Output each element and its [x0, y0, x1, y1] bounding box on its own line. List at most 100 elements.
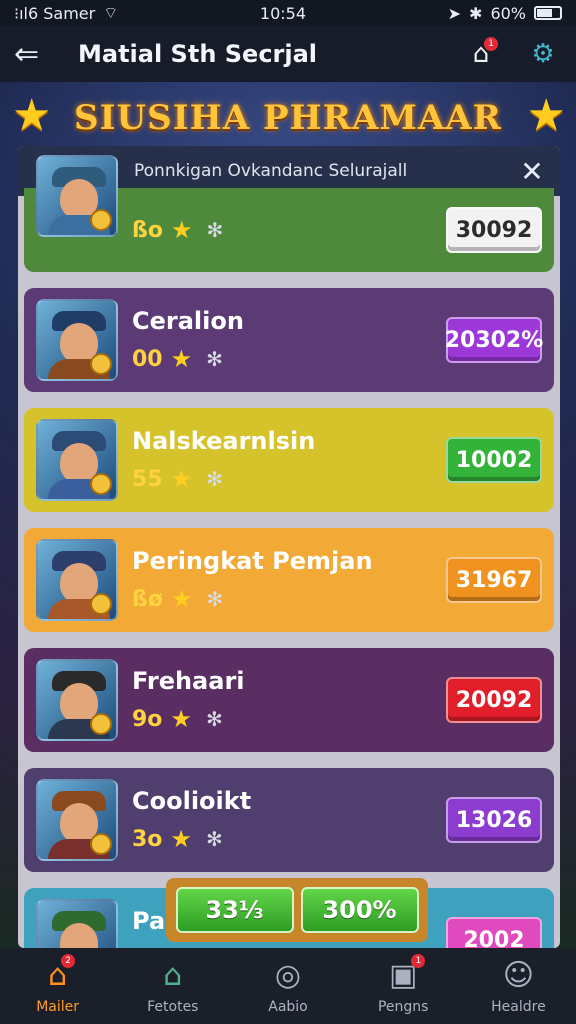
- coin-icon: [90, 593, 112, 615]
- score-button[interactable]: 20302%: [445, 317, 543, 363]
- player-level: 9o: [132, 706, 163, 732]
- battery-percent: 60%: [490, 3, 526, 23]
- bottom-navigation: ⌂ 2 Mailer ⌂ Fetotes ◎ Aabio ▣ 1 Pengns …: [0, 948, 576, 1024]
- leaderboard-row[interactable]: Coolioikt 3o ★ ✻ 13026: [24, 768, 554, 872]
- nav-label: Healdre: [491, 998, 546, 1015]
- star-icon: ★: [170, 825, 192, 853]
- player-level: 3o: [132, 826, 163, 852]
- star-icon: ★: [170, 705, 192, 733]
- nav-label: Aabio: [268, 998, 308, 1015]
- gear-icon: ✻: [206, 587, 224, 611]
- house-icon: ⌂: [163, 957, 183, 993]
- bluetooth-icon: ✱: [469, 3, 483, 23]
- status-bar: ⁝ıl6 Samer ⌔ 10:54 ➤ ✱ 60%: [0, 0, 576, 26]
- coin-icon: [90, 209, 112, 231]
- time-label: 10:54: [259, 3, 306, 23]
- app-title: Matial Sth Secrjal: [78, 40, 318, 68]
- player-avatar: [36, 419, 118, 501]
- bag-icon: ▣ 1: [389, 953, 426, 993]
- row-info: Ceralion 00 ★ ✻: [118, 307, 446, 373]
- player-level: 00: [132, 346, 163, 372]
- coin-icon: [90, 473, 112, 495]
- player-name: Ceralion: [132, 307, 244, 335]
- nav-label: Pengns: [377, 998, 429, 1015]
- nav-item-0[interactable]: ⌂ 2 Mailer: [0, 948, 115, 1024]
- player-name: Nalskearnlsin: [132, 427, 316, 455]
- pill-right-button[interactable]: 300%: [300, 887, 419, 933]
- player-avatar: [36, 539, 118, 621]
- battery-icon: [534, 6, 562, 20]
- star-icon: ★: [170, 465, 193, 493]
- carrier-label: ⁝ıl6 Samer: [14, 3, 96, 23]
- nav-badge: 2: [61, 953, 76, 968]
- score-button[interactable]: 2002: [446, 917, 542, 948]
- action-pill: 33⅓ 300%: [166, 878, 428, 942]
- wifi-icon: ⌔: [103, 3, 119, 22]
- player-level: 55: [132, 466, 163, 492]
- leaderboard-row[interactable]: Nalskearnlsin 55 ★ ✻ 10002: [24, 408, 554, 512]
- leaderboard-row[interactable]: Frehaari 9o ★ ✻ 20092: [24, 648, 554, 752]
- player-avatar: [36, 155, 118, 237]
- close-icon[interactable]: ✕: [516, 155, 548, 188]
- gear-icon: ✻: [206, 218, 224, 242]
- player-avatar: [36, 779, 118, 861]
- nav-item-2[interactable]: ◎ Aabio: [230, 948, 345, 1024]
- location-icon: ➤: [447, 3, 462, 23]
- nav-badge: 1: [411, 953, 426, 968]
- player-avatar: [36, 899, 118, 948]
- nav-item-4[interactable]: ☺ Healdre: [461, 948, 576, 1024]
- score-button[interactable]: 20092: [446, 677, 542, 723]
- banner: ★ SIUSIHA PHRAMAAR ★: [0, 86, 576, 150]
- player-meta: 55 ★ ✻: [132, 465, 446, 493]
- player-meta: 3o ★ ✻: [132, 825, 446, 853]
- radio-icon: ◎: [274, 957, 302, 993]
- banner-title: SIUSIHA PHRAMAAR: [74, 98, 502, 138]
- player-meta: ßø ★ ✻: [132, 585, 446, 613]
- pill-left-button[interactable]: 33⅓: [175, 887, 294, 933]
- profile-icon: ☺: [502, 957, 535, 993]
- leaderboard-row[interactable]: Peringkat Pemjan ßø ★ ✻ 31967: [24, 528, 554, 632]
- home-icon: ⌂ 2: [48, 953, 76, 993]
- row-info: Coolioikt 3o ★ ✻: [118, 787, 446, 853]
- score-button[interactable]: 13026: [446, 797, 542, 843]
- row-info: ßo ★ ✻: [118, 216, 446, 244]
- notification-button[interactable]: ⌂ 1: [462, 35, 500, 73]
- coin-icon: [90, 713, 112, 735]
- star-icon: ★: [170, 345, 193, 373]
- score-button[interactable]: 10002: [446, 437, 542, 483]
- gear-icon: ✻: [205, 827, 223, 851]
- player-meta: 9o ★ ✻: [132, 705, 446, 733]
- row-info: Nalskearnlsin 55 ★ ✻: [118, 427, 446, 493]
- nav-label: Mailer: [36, 998, 79, 1015]
- star-icon: ★: [170, 216, 193, 244]
- player-level: ßø: [132, 586, 163, 612]
- row-info: Frehaari 9o ★ ✻: [118, 667, 446, 733]
- back-arrow-icon[interactable]: ⇐: [14, 37, 54, 72]
- coin-icon: [90, 353, 112, 375]
- notification-badge: 1: [484, 37, 498, 51]
- gear-icon: ✻: [206, 347, 223, 371]
- star-icon: ★: [170, 585, 193, 613]
- gear-icon: ✻: [205, 707, 223, 731]
- player-meta: ßo ★ ✻: [132, 216, 446, 244]
- nav-item-3[interactable]: ▣ 1 Pengns: [346, 948, 461, 1024]
- player-name: Frehaari: [132, 667, 245, 695]
- player-level: ßo: [132, 217, 163, 243]
- settings-gear-icon[interactable]: ⚙: [524, 35, 562, 73]
- player-avatar: [36, 299, 118, 381]
- score-button[interactable]: 30092: [446, 207, 542, 253]
- player-name: Peringkat Pemjan: [132, 547, 373, 575]
- star-decoration-icon: ★: [12, 90, 52, 141]
- score-button[interactable]: 31967: [446, 557, 542, 603]
- leaderboard-row[interactable]: Ceralion 00 ★ ✻ 20302%: [24, 288, 554, 392]
- nav-label: Fetotes: [147, 998, 199, 1015]
- leaderboard-row[interactable]: ßo ★ ✻ 30092: [24, 155, 554, 272]
- player-avatar: [36, 659, 118, 741]
- coin-icon: [90, 833, 112, 855]
- player-name: Coolioikt: [132, 787, 252, 815]
- app-bar: ⇐ Matial Sth Secrjal ⌂ 1 ⚙: [0, 26, 576, 82]
- row-info: Peringkat Pemjan ßø ★ ✻: [118, 547, 446, 613]
- nav-item-1[interactable]: ⌂ Fetotes: [115, 948, 230, 1024]
- gear-icon: ✻: [206, 467, 223, 491]
- star-decoration-icon: ★: [526, 90, 566, 141]
